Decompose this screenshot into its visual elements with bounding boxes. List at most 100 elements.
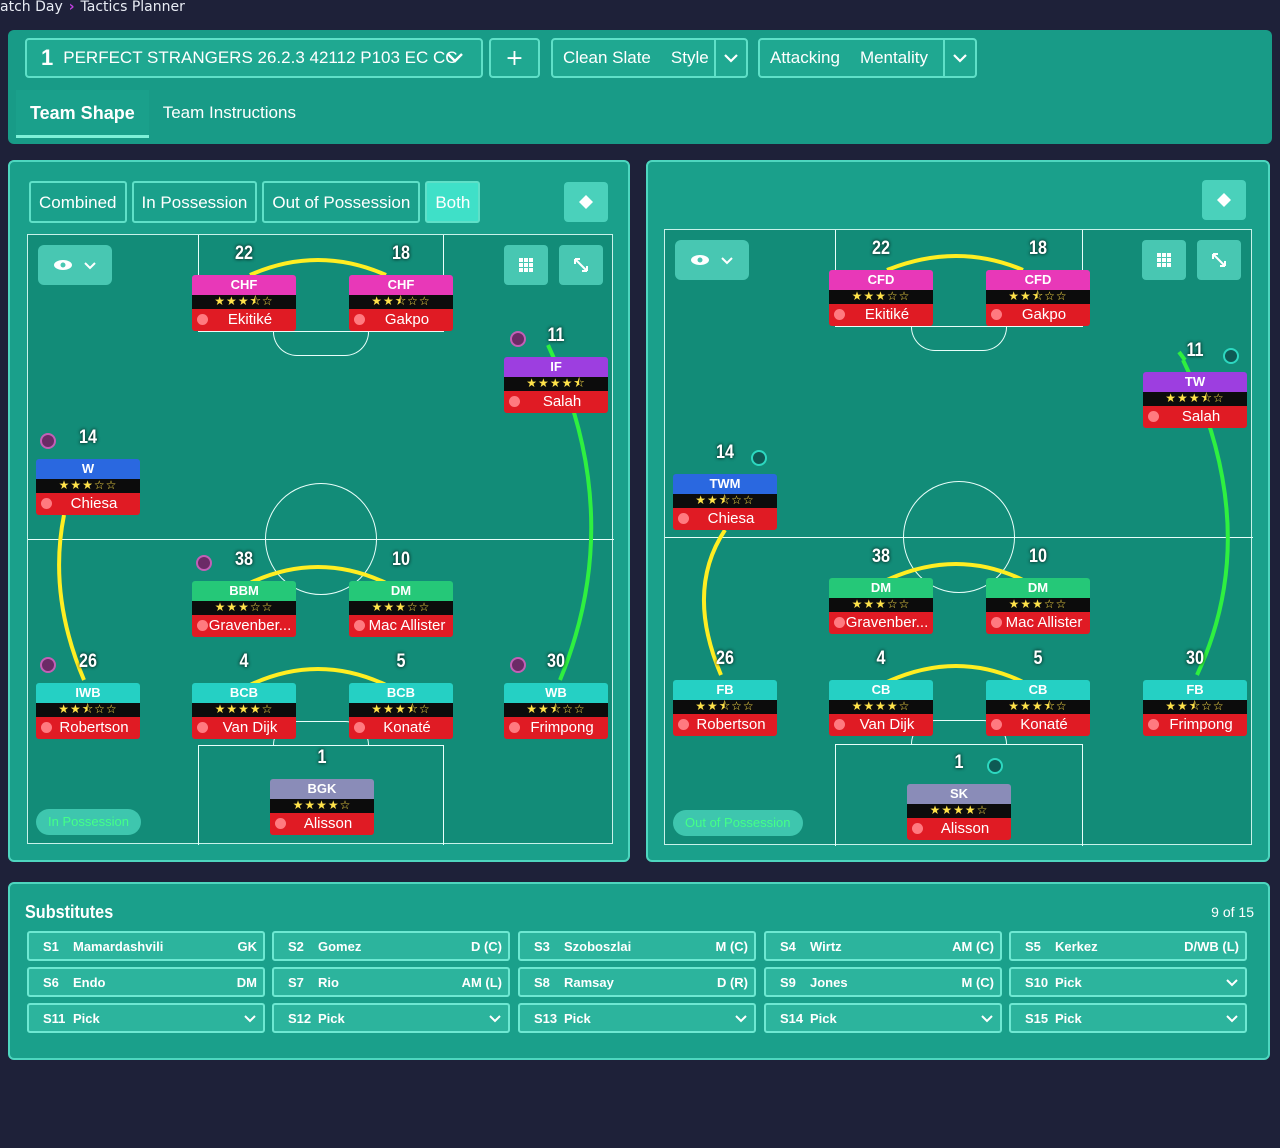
chevron-down-icon[interactable] <box>980 1014 994 1023</box>
player-card[interactable]: 22 CHF ★★★⯪☆ Ekitiké <box>192 243 296 331</box>
player-card[interactable]: 1 BGK ★★★★☆ Alisson <box>270 747 374 835</box>
substitute-slot[interactable]: S7 Rio AM (L) <box>272 967 510 997</box>
player-name-text: Chiesa <box>707 510 755 527</box>
role-label: CB <box>986 680 1090 700</box>
shirt-number: 38 <box>872 546 890 567</box>
star-rating: ★★⯪☆☆ <box>673 700 777 714</box>
player-card[interactable]: 38 DM ★★★☆☆ Gravenber... <box>829 546 933 634</box>
role-label: WB <box>504 683 608 703</box>
substitute-slot[interactable]: S14 Pick <box>764 1003 1002 1033</box>
star-rating: ★★★☆☆ <box>36 479 140 493</box>
person-icon <box>678 513 689 524</box>
chevron-down-icon[interactable] <box>714 40 746 76</box>
player-name: Chiesa <box>36 493 140 515</box>
substitute-slot[interactable]: S3 Szoboszlai M (C) <box>518 931 756 961</box>
view-in-possession-button[interactable]: In Possession <box>131 181 258 223</box>
player-card[interactable]: 14 TWM ★★⯪☆☆ Chiesa <box>673 442 777 530</box>
substitute-slot[interactable]: S11 Pick <box>27 1003 265 1033</box>
tab-team-shape[interactable]: Team Shape <box>16 90 149 138</box>
shirt-number: 5 <box>1033 648 1043 669</box>
substitutes-title: Substitutes <box>25 902 114 922</box>
tab-team-instructions[interactable]: Team Instructions <box>149 90 310 138</box>
player-name-text: Chiesa <box>70 495 118 512</box>
player-name-text: Robertson <box>696 716 766 733</box>
breadcrumb-item[interactable]: atch Day <box>0 0 63 15</box>
chevron-down-icon[interactable] <box>243 1014 257 1023</box>
diamond-icon[interactable] <box>564 182 608 222</box>
substitute-slot[interactable]: S4 Wirtz AM (C) <box>764 931 1002 961</box>
view-both-button[interactable]: Both <box>425 181 481 223</box>
diamond-icon[interactable] <box>1202 180 1246 220</box>
chevron-down-icon[interactable] <box>943 40 975 76</box>
add-tactic-button[interactable]: + <box>489 38 540 78</box>
player-card[interactable]: 38 BBM ★★★☆☆ Gravenber... <box>192 549 296 637</box>
player-card[interactable]: 11 TW ★★★⯪☆ Salah <box>1143 340 1247 428</box>
shirt-number: 14 <box>79 427 97 448</box>
player-card[interactable]: 18 CHF ★★⯪☆☆ Gakpo <box>349 243 453 331</box>
player-card[interactable]: 11 IF ★★★★⯪ Salah <box>504 325 608 413</box>
instruction-badge-icon[interactable] <box>1223 348 1239 364</box>
chevron-down-icon[interactable] <box>429 40 481 76</box>
substitute-slot[interactable]: S5 Kerkez D/WB (L) <box>1009 931 1247 961</box>
substitute-slot[interactable]: S2 Gomez D (C) <box>272 931 510 961</box>
player-name-text: Salah <box>1181 408 1221 425</box>
star-rating: ★★★☆☆ <box>829 290 933 304</box>
player-card[interactable]: 10 DM ★★★☆☆ Mac Allister <box>986 546 1090 634</box>
star-rating: ★★★★☆ <box>270 799 374 813</box>
person-icon <box>197 314 208 325</box>
substitute-slot[interactable]: S10 Pick <box>1009 967 1247 997</box>
player-card[interactable]: 30 WB ★★⯪☆☆ Frimpong <box>504 651 608 739</box>
substitute-slot[interactable]: S1 Mamardashvili GK <box>27 931 265 961</box>
view-combined-button[interactable]: Combined <box>29 181 127 223</box>
breadcrumb-item[interactable]: Tactics Planner <box>81 0 185 15</box>
chevron-down-icon[interactable] <box>1225 978 1239 987</box>
mentality-dropdown[interactable]: Attacking Mentality <box>758 38 977 78</box>
chevron-down-icon[interactable] <box>734 1014 748 1023</box>
instruction-badge-icon[interactable] <box>40 433 56 449</box>
player-card[interactable]: 4 CB ★★★★☆ Van Dijk <box>829 648 933 736</box>
chevron-down-icon[interactable] <box>1225 1014 1239 1023</box>
role-label: SK <box>907 784 1011 804</box>
instruction-badge-icon[interactable] <box>510 657 526 673</box>
substitute-slot[interactable]: S15 Pick <box>1009 1003 1247 1033</box>
player-card[interactable]: 22 CFD ★★★☆☆ Ekitiké <box>829 238 933 326</box>
star-rating: ★★★☆☆ <box>829 598 933 612</box>
player-card[interactable]: 1 SK ★★★★☆ Alisson <box>907 752 1011 840</box>
substitute-position: GK <box>237 938 258 954</box>
substitute-slot[interactable]: S9 Jones M (C) <box>764 967 1002 997</box>
slot-number: S9 <box>780 974 796 990</box>
substitute-position: M (C) <box>961 974 995 990</box>
substitute-slot[interactable]: S13 Pick <box>518 1003 756 1033</box>
star-rating: ★★★⯪☆ <box>986 700 1090 714</box>
substitute-slot[interactable]: S8 Ramsay D (R) <box>518 967 756 997</box>
player-card[interactable]: 30 FB ★★⯪☆☆ Frimpong <box>1143 648 1247 736</box>
substitute-slot[interactable]: S12 Pick <box>272 1003 510 1033</box>
style-dropdown[interactable]: Clean Slate Style <box>551 38 748 78</box>
style-value: Clean Slate <box>563 48 651 67</box>
player-card[interactable]: 4 BCB ★★★★☆ Van Dijk <box>192 651 296 739</box>
player-card[interactable]: 5 BCB ★★★⯪☆ Konaté <box>349 651 453 739</box>
player-card[interactable]: 10 DM ★★★☆☆ Mac Allister <box>349 549 453 637</box>
role-label: IWB <box>36 683 140 703</box>
player-card[interactable]: 18 CFD ★★⯪☆☆ Gakpo <box>986 238 1090 326</box>
view-out-of-possession-button[interactable]: Out of Possession <box>262 181 421 223</box>
instruction-badge-icon[interactable] <box>196 555 212 571</box>
person-icon <box>834 309 845 320</box>
chevron-down-icon[interactable] <box>488 1014 502 1023</box>
person-icon <box>834 617 845 628</box>
role-label: CHF <box>349 275 453 295</box>
instruction-badge-icon[interactable] <box>987 758 1003 774</box>
slot-number: S11 <box>43 1010 66 1026</box>
substitute-name: Gomez <box>318 938 362 954</box>
player-card[interactable]: 5 CB ★★★⯪☆ Konaté <box>986 648 1090 736</box>
instruction-badge-icon[interactable] <box>751 450 767 466</box>
player-card[interactable]: 14 W ★★★☆☆ Chiesa <box>36 427 140 515</box>
instruction-badge-icon[interactable] <box>40 657 56 673</box>
substitute-slot[interactable]: S6 Endo DM <box>27 967 265 997</box>
player-card[interactable]: 26 FB ★★⯪☆☆ Robertson <box>673 648 777 736</box>
instruction-badge-icon[interactable] <box>510 331 526 347</box>
person-icon <box>41 498 52 509</box>
player-card[interactable]: 26 IWB ★★⯪☆☆ Robertson <box>36 651 140 739</box>
player-name: Gravenber... <box>192 615 296 637</box>
tactic-selector[interactable]: 1 PERFECT STRANGERS 26.2.3 42112 P103 EC… <box>25 38 483 78</box>
